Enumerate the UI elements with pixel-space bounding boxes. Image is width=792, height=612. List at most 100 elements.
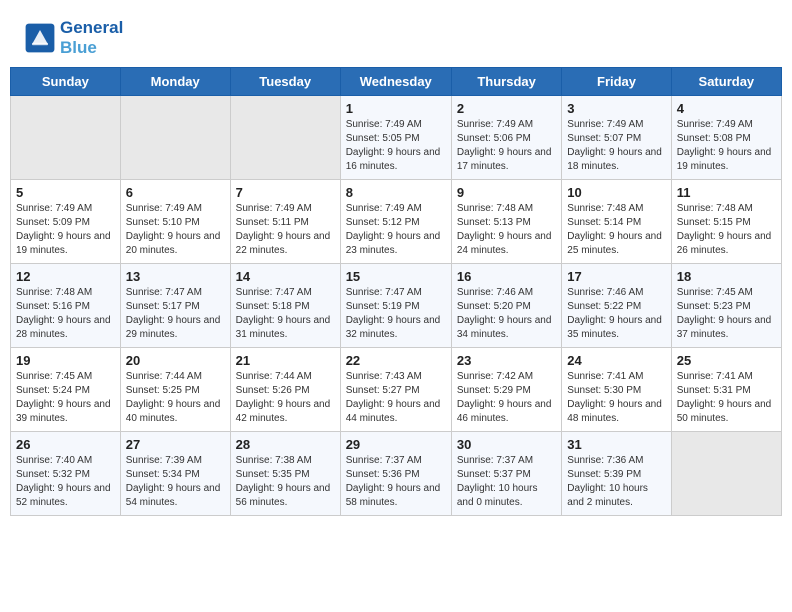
day-info: Sunrise: 7:49 AMSunset: 5:08 PMDaylight:… [677, 118, 776, 174]
day-number: 13 [126, 269, 225, 284]
logo-icon [24, 22, 56, 54]
calendar-cell: 26 Sunrise: 7:40 AMSunset: 5:32 PMDayligh… [11, 432, 121, 516]
day-number: 5 [16, 185, 115, 200]
calendar-cell: 15 Sunrise: 7:47 AMSunset: 5:19 PMDayligh… [340, 264, 451, 348]
calendar-cell: 17Sunrise: 7:46 AMSunset: 5:22 PMDayligh… [562, 264, 671, 348]
calendar-cell [120, 96, 230, 180]
day-info: Sunrise: 7:41 AMSunset: 5:31 PMDaylight:… [677, 370, 776, 426]
calendar-cell: 29Sunrise: 7:37 AMSunset: 5:36 PMDayligh… [340, 432, 451, 516]
day-number: 30 [457, 437, 556, 452]
logo: General Blue [24, 18, 123, 57]
day-info: Sunrise: 7:48 AMSunset: 5:15 PMDaylight:… [677, 202, 776, 258]
day-number: 21 [236, 353, 335, 368]
day-number: 15 [346, 269, 446, 284]
day-info: Sunrise: 7:40 AMSunset: 5:32 PMDaylight:… [16, 454, 115, 510]
day-number: 16 [457, 269, 556, 284]
day-info: Sunrise: 7:47 AMSunset: 5:18 PMDaylight:… [236, 286, 335, 342]
day-number: 18 [677, 269, 776, 284]
calendar-week-3: 12 Sunrise: 7:48 AMSunset: 5:16 PMDayligh… [11, 264, 782, 348]
weekday-header-monday: Monday [120, 68, 230, 96]
calendar-cell: 27Sunrise: 7:39 AMSunset: 5:34 PMDayligh… [120, 432, 230, 516]
calendar-cell: 7 Sunrise: 7:49 AMSunset: 5:11 PMDaylight… [230, 180, 340, 264]
day-number: 25 [677, 353, 776, 368]
day-number: 31 [567, 437, 665, 452]
calendar-cell: 11 Sunrise: 7:48 AMSunset: 5:15 PMDayligh… [671, 180, 781, 264]
logo-text: General Blue [60, 18, 123, 57]
calendar-cell [671, 432, 781, 516]
weekday-header-thursday: Thursday [451, 68, 561, 96]
calendar-cell: 30 Sunrise: 7:37 AMSunset: 5:37 PMDayligh… [451, 432, 561, 516]
calendar-cell: 24 Sunrise: 7:41 AMSunset: 5:30 PMDayligh… [562, 348, 671, 432]
day-info: Sunrise: 7:36 AMSunset: 5:39 PMDaylight:… [567, 454, 665, 510]
calendar-cell: 22 Sunrise: 7:43 AMSunset: 5:27 PMDayligh… [340, 348, 451, 432]
day-info: Sunrise: 7:49 AMSunset: 5:11 PMDaylight:… [236, 202, 335, 258]
page-header: General Blue [0, 0, 792, 67]
day-number: 10 [567, 185, 665, 200]
day-info: Sunrise: 7:43 AMSunset: 5:27 PMDaylight:… [346, 370, 446, 426]
calendar-cell: 5Sunrise: 7:49 AMSunset: 5:09 PMDaylight… [11, 180, 121, 264]
calendar-cell: 8Sunrise: 7:49 AMSunset: 5:12 PMDaylight… [340, 180, 451, 264]
day-info: Sunrise: 7:49 AMSunset: 5:10 PMDaylight:… [126, 202, 225, 258]
weekday-header-saturday: Saturday [671, 68, 781, 96]
day-number: 11 [677, 185, 776, 200]
day-number: 6 [126, 185, 225, 200]
calendar-cell: 13 Sunrise: 7:47 AMSunset: 5:17 PMDayligh… [120, 264, 230, 348]
day-number: 14 [236, 269, 335, 284]
day-info: Sunrise: 7:38 AMSunset: 5:35 PMDaylight:… [236, 454, 335, 510]
calendar-cell: 23 Sunrise: 7:42 AMSunset: 5:29 PMDayligh… [451, 348, 561, 432]
calendar-cell: 4Sunrise: 7:49 AMSunset: 5:08 PMDaylight… [671, 96, 781, 180]
calendar-cell: 20Sunrise: 7:44 AMSunset: 5:25 PMDayligh… [120, 348, 230, 432]
weekday-header-tuesday: Tuesday [230, 68, 340, 96]
day-number: 23 [457, 353, 556, 368]
day-number: 3 [567, 101, 665, 116]
day-info: Sunrise: 7:49 AMSunset: 5:05 PMDaylight:… [346, 118, 446, 174]
day-info: Sunrise: 7:45 AMSunset: 5:23 PMDaylight:… [677, 286, 776, 342]
calendar-cell: 31 Sunrise: 7:36 AMSunset: 5:39 PMDayligh… [562, 432, 671, 516]
weekday-header-wednesday: Wednesday [340, 68, 451, 96]
calendar-table: SundayMondayTuesdayWednesdayThursdayFrid… [10, 67, 782, 516]
calendar-cell: 19 Sunrise: 7:45 AMSunset: 5:24 PMDayligh… [11, 348, 121, 432]
calendar-cell [230, 96, 340, 180]
day-info: Sunrise: 7:47 AMSunset: 5:19 PMDaylight:… [346, 286, 446, 342]
day-number: 24 [567, 353, 665, 368]
day-info: Sunrise: 7:39 AMSunset: 5:34 PMDaylight:… [126, 454, 225, 510]
day-info: Sunrise: 7:37 AMSunset: 5:37 PMDaylight:… [457, 454, 556, 510]
day-number: 28 [236, 437, 335, 452]
day-info: Sunrise: 7:44 AMSunset: 5:25 PMDaylight:… [126, 370, 225, 426]
calendar-cell: 3 Sunrise: 7:49 AMSunset: 5:07 PMDaylight… [562, 96, 671, 180]
day-number: 9 [457, 185, 556, 200]
calendar-week-1: 1 Sunrise: 7:49 AMSunset: 5:05 PMDaylight… [11, 96, 782, 180]
day-number: 1 [346, 101, 446, 116]
day-number: 8 [346, 185, 446, 200]
calendar-cell: 10Sunrise: 7:48 AMSunset: 5:14 PMDayligh… [562, 180, 671, 264]
day-number: 29 [346, 437, 446, 452]
calendar-cell: 25 Sunrise: 7:41 AMSunset: 5:31 PMDayligh… [671, 348, 781, 432]
day-number: 26 [16, 437, 115, 452]
day-info: Sunrise: 7:49 AMSunset: 5:06 PMDaylight:… [457, 118, 556, 174]
calendar-week-2: 5Sunrise: 7:49 AMSunset: 5:09 PMDaylight… [11, 180, 782, 264]
calendar-cell: 16 Sunrise: 7:46 AMSunset: 5:20 PMDayligh… [451, 264, 561, 348]
calendar-cell: 1 Sunrise: 7:49 AMSunset: 5:05 PMDaylight… [340, 96, 451, 180]
weekday-header-friday: Friday [562, 68, 671, 96]
day-info: Sunrise: 7:46 AMSunset: 5:20 PMDaylight:… [457, 286, 556, 342]
day-info: Sunrise: 7:41 AMSunset: 5:30 PMDaylight:… [567, 370, 665, 426]
day-info: Sunrise: 7:48 AMSunset: 5:16 PMDaylight:… [16, 286, 115, 342]
day-number: 19 [16, 353, 115, 368]
calendar-cell: 14 Sunrise: 7:47 AMSunset: 5:18 PMDayligh… [230, 264, 340, 348]
calendar-cell: 12 Sunrise: 7:48 AMSunset: 5:16 PMDayligh… [11, 264, 121, 348]
day-info: Sunrise: 7:49 AMSunset: 5:07 PMDaylight:… [567, 118, 665, 174]
day-number: 17 [567, 269, 665, 284]
day-number: 12 [16, 269, 115, 284]
calendar-cell: 6 Sunrise: 7:49 AMSunset: 5:10 PMDaylight… [120, 180, 230, 264]
day-info: Sunrise: 7:45 AMSunset: 5:24 PMDaylight:… [16, 370, 115, 426]
calendar-week-4: 19 Sunrise: 7:45 AMSunset: 5:24 PMDayligh… [11, 348, 782, 432]
calendar-cell: 21 Sunrise: 7:44 AMSunset: 5:26 PMDayligh… [230, 348, 340, 432]
day-number: 7 [236, 185, 335, 200]
day-info: Sunrise: 7:44 AMSunset: 5:26 PMDaylight:… [236, 370, 335, 426]
day-info: Sunrise: 7:48 AMSunset: 5:13 PMDaylight:… [457, 202, 556, 258]
day-info: Sunrise: 7:42 AMSunset: 5:29 PMDaylight:… [457, 370, 556, 426]
day-number: 22 [346, 353, 446, 368]
calendar-cell: 18 Sunrise: 7:45 AMSunset: 5:23 PMDayligh… [671, 264, 781, 348]
calendar-header-row: SundayMondayTuesdayWednesdayThursdayFrid… [11, 68, 782, 96]
day-info: Sunrise: 7:47 AMSunset: 5:17 PMDaylight:… [126, 286, 225, 342]
